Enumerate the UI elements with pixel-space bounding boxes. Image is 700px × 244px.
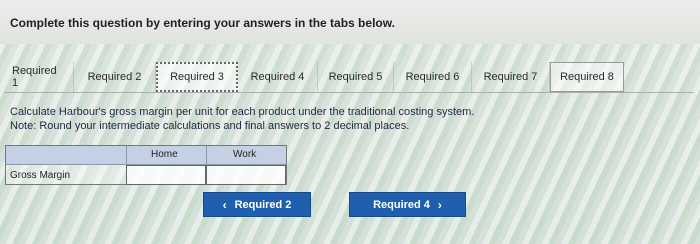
instructions: Calculate Harbour's gross margin per uni… [10,105,610,133]
tab-required-6[interactable]: Required 6 [394,62,472,92]
answer-table: Home Work Gross Margin [5,145,287,185]
rounding-note: Note: Round your intermediate calculatio… [10,120,410,132]
tab-required-5[interactable]: Required 5 [318,62,394,92]
prompt-bar: Complete this question by entering your … [0,0,700,44]
gross-margin-work-input[interactable] [206,165,286,185]
prompt-text: Complete this question by entering your … [10,16,395,30]
tab-required-4[interactable]: Required 4 [238,62,318,92]
header-divider [206,146,207,165]
header-divider [126,146,127,165]
tab-required-8[interactable]: Required 8 [550,62,624,92]
tab-required-2[interactable]: Required 2 [74,62,156,92]
tab-required-1[interactable]: Required 1 [4,62,74,92]
tab-required-3[interactable]: Required 3 [156,62,238,92]
instruction-text: Calculate Harbour's gross margin per uni… [10,106,475,118]
row-label-gross-margin: Gross Margin [10,170,71,181]
tab-bar: Required 1 Required 2 Required 3 Require… [4,62,694,92]
next-button-label: Required 4 [373,198,430,211]
tab-divider [4,92,694,93]
table-header: Home Work [6,146,286,165]
header-work: Work [233,149,257,160]
chevron-right-icon: › [437,197,442,212]
prev-required-button[interactable]: ‹ Required 2 [203,192,311,217]
header-home: Home [151,149,178,160]
chevron-left-icon: ‹ [222,197,227,212]
gross-margin-home-input[interactable] [126,165,206,185]
tab-required-7[interactable]: Required 7 [472,62,550,92]
next-required-button[interactable]: Required 4 › [349,192,466,217]
prev-button-label: Required 2 [234,198,292,211]
